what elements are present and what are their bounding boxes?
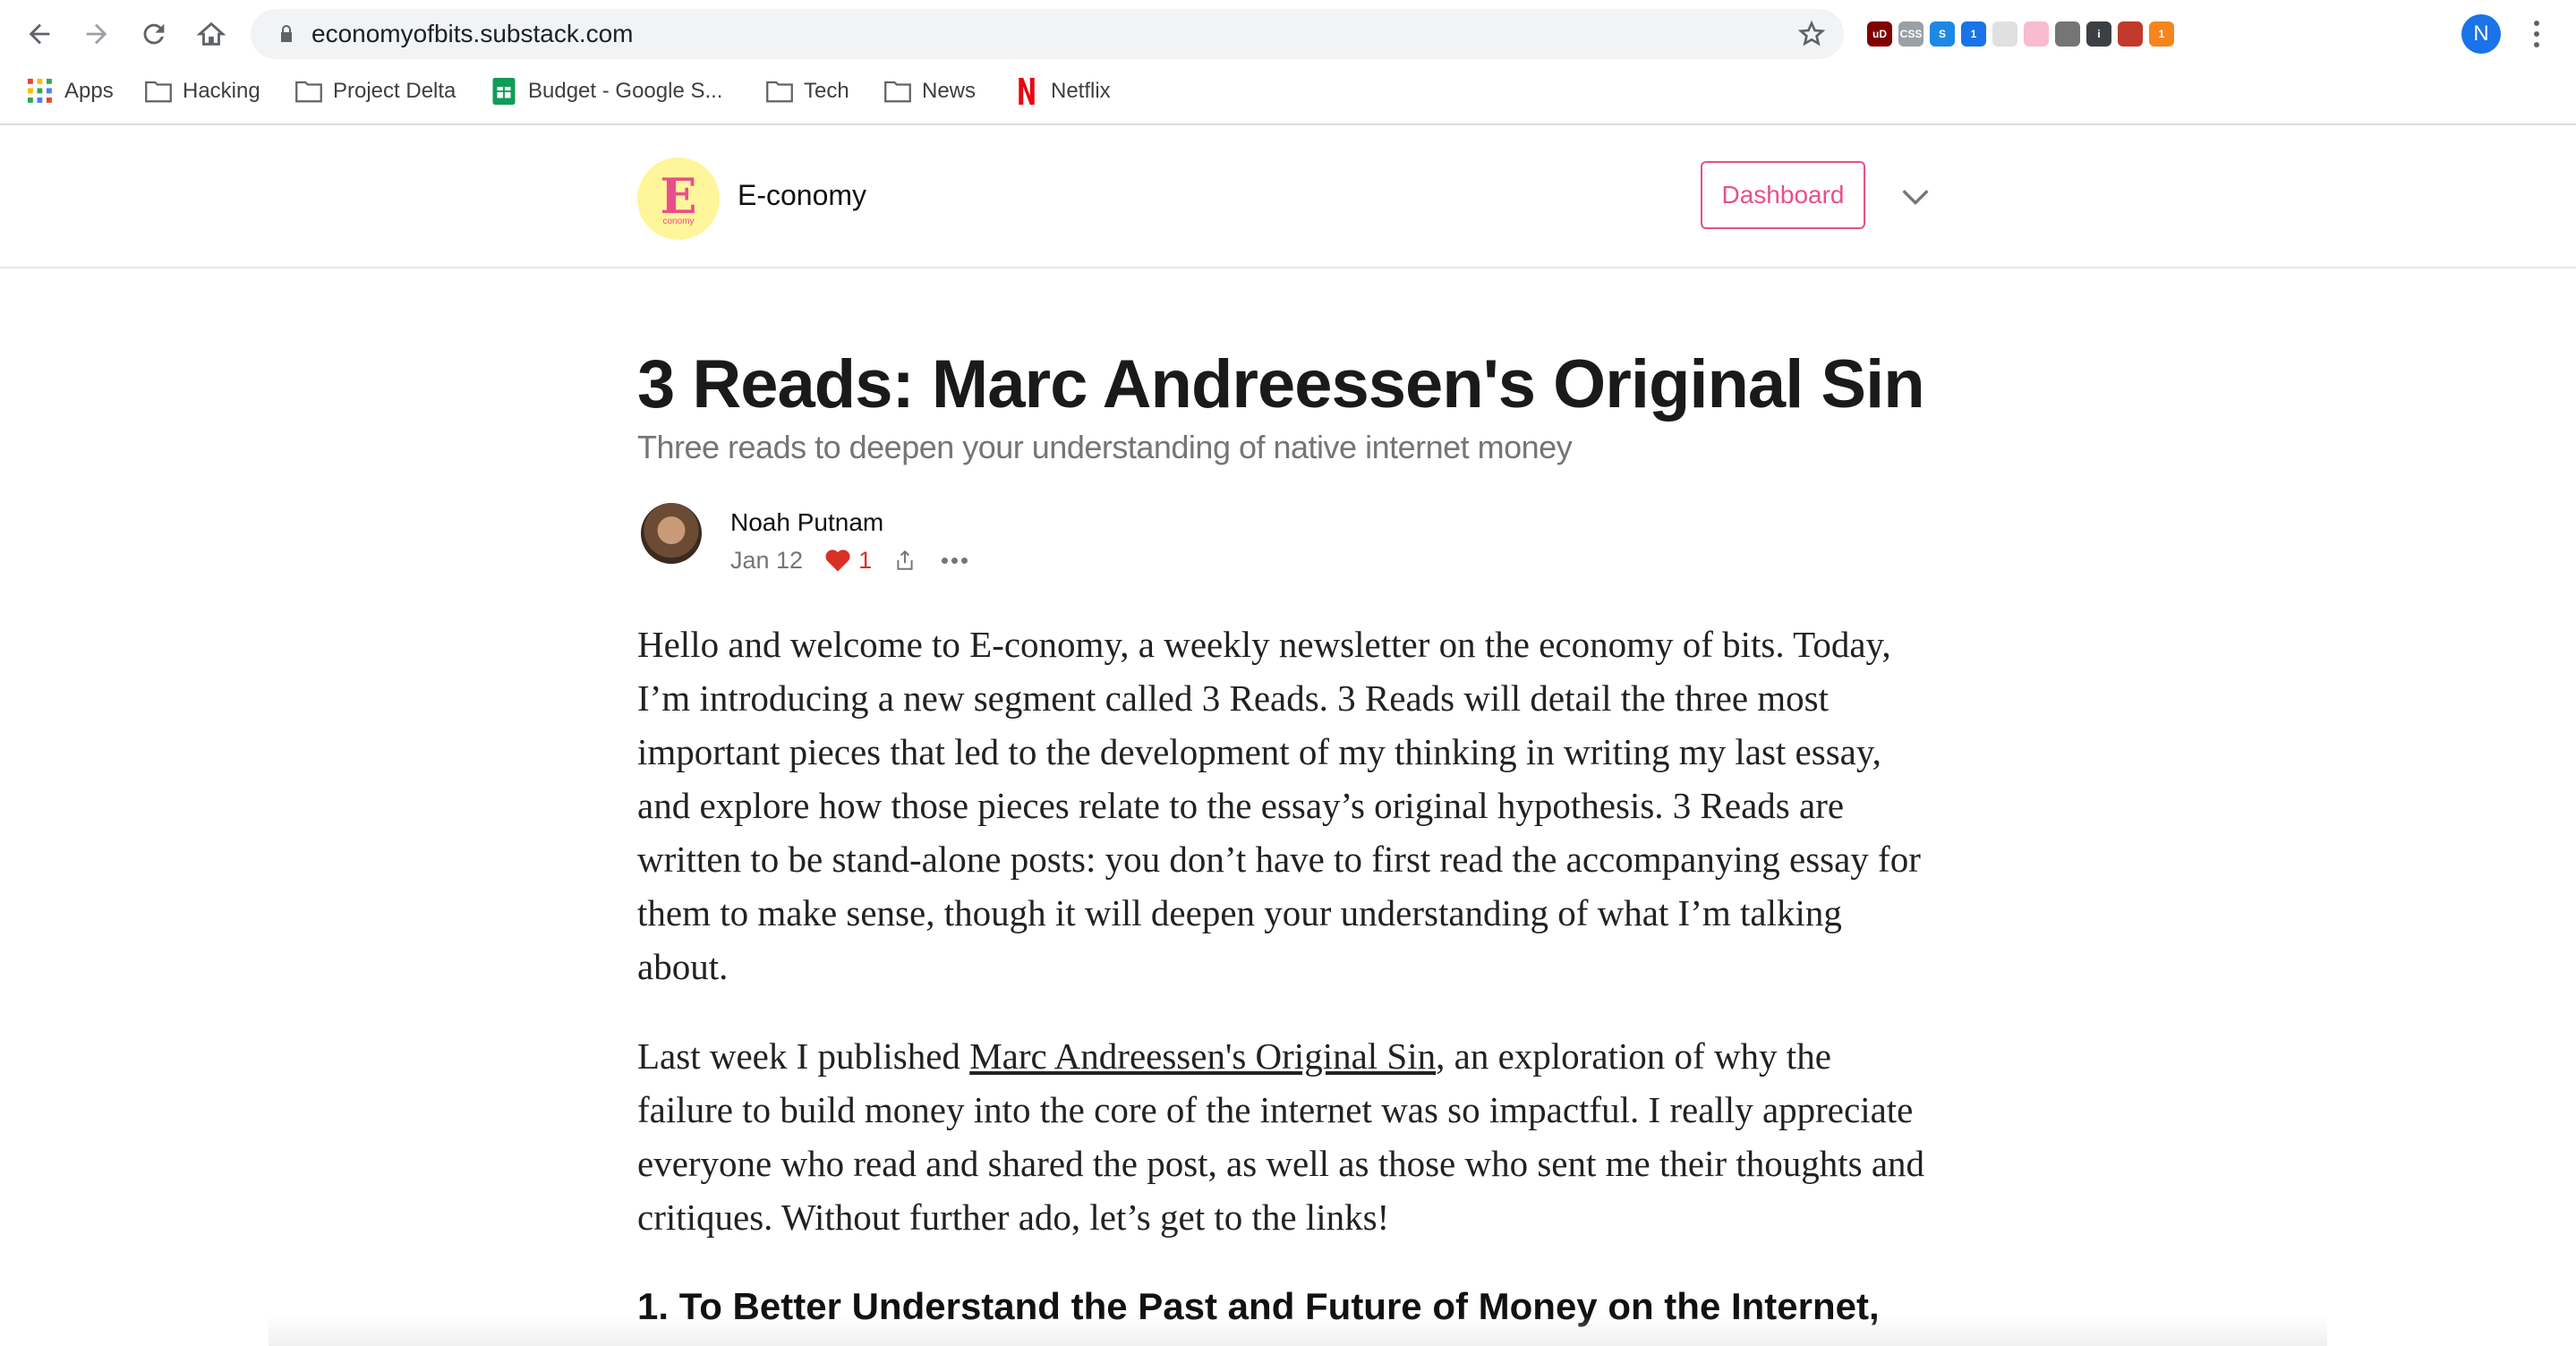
apps-grid-icon xyxy=(27,78,54,105)
bookmark-apps[interactable]: Apps xyxy=(27,72,114,111)
logo-subtext: conomy xyxy=(662,216,695,226)
bookmark-label: Apps xyxy=(64,79,114,103)
bookmark-project-delta[interactable]: Project Delta xyxy=(295,72,456,111)
metamask-icon[interactable]: 1 xyxy=(2149,21,2174,47)
author-name[interactable]: Noah Putnam xyxy=(730,508,883,537)
browser-chrome: economyofbits.substack.com uD CSS S 1 i 1 N A… xyxy=(0,0,2576,125)
book-icon[interactable] xyxy=(2118,21,2143,47)
browser-toolbar: economyofbits.substack.com uD CSS S 1 i 1 N xyxy=(0,0,2576,68)
browser-menu-button[interactable] xyxy=(2526,18,2547,50)
bookmark-news[interactable]: News xyxy=(884,72,976,111)
s-extension-icon[interactable]: S xyxy=(1930,21,1955,47)
url-text: economyofbits.substack.com xyxy=(311,20,634,47)
publication-name[interactable]: E-conomy xyxy=(738,179,866,212)
onepassword-icon[interactable]: 1 xyxy=(1961,21,1986,47)
article-subtitle: Three reads to deepen your understanding… xyxy=(637,429,1573,465)
bookmark-label: Project Delta xyxy=(333,79,456,103)
scroll-fade xyxy=(269,1316,2327,1346)
arrow-right-icon xyxy=(86,23,107,45)
dot xyxy=(961,557,968,564)
reload-button[interactable] xyxy=(136,16,172,52)
home-icon xyxy=(196,21,226,46)
dot xyxy=(2534,31,2539,37)
speedometer-icon[interactable] xyxy=(2055,21,2080,47)
original-sin-link[interactable]: Marc Andreessen's Original Sin xyxy=(969,1035,1436,1077)
folder-icon xyxy=(884,78,911,105)
dashboard-button[interactable]: Dashboard xyxy=(1701,161,1865,229)
back-button[interactable] xyxy=(21,16,57,52)
publication-logo[interactable]: E conomy xyxy=(637,158,720,240)
bookmark-netflix[interactable]: Netflix xyxy=(1013,72,1111,111)
dot xyxy=(2534,21,2539,26)
dot xyxy=(2534,42,2539,47)
google-sheets-icon xyxy=(490,78,517,105)
lock-icon xyxy=(281,25,292,42)
like-count: 1 xyxy=(858,546,873,574)
post-meta: Jan 12 1 xyxy=(730,544,968,576)
arrow-left-icon xyxy=(29,23,50,45)
article-body: Hello and welcome to E-conomy, a weekly … xyxy=(637,618,1926,1280)
dot xyxy=(951,557,959,564)
bookmark-label: Tech xyxy=(804,79,849,103)
address-bar[interactable]: economyofbits.substack.com xyxy=(251,9,1844,59)
home-button[interactable] xyxy=(193,16,229,52)
folder-icon xyxy=(295,78,322,105)
post-date: Jan 12 xyxy=(730,546,804,574)
bookmark-star-icon[interactable] xyxy=(1797,20,1826,48)
logo-letter: E xyxy=(660,166,697,225)
bookmark-label: News xyxy=(922,79,977,103)
css-viewer-icon[interactable]: CSS xyxy=(1898,21,1923,47)
folder-icon xyxy=(145,78,172,105)
bookmark-label: Netflix xyxy=(1051,79,1111,103)
article-title: 3 Reads: Marc Andreessen's Original Sin xyxy=(637,346,1925,422)
bookmark-label: Budget - Google S... xyxy=(528,79,723,103)
reload-icon xyxy=(143,23,165,45)
eyedropper-icon[interactable] xyxy=(2024,21,2049,47)
ublock-icon[interactable]: uD xyxy=(1867,21,1892,47)
profile-avatar[interactable]: N xyxy=(2461,14,2501,54)
paragraph-text: Last week I published xyxy=(637,1035,970,1077)
bookmark-hacking[interactable]: Hacking xyxy=(145,72,260,111)
bookmark-budget-google-s[interactable]: Budget - Google S... xyxy=(490,72,722,111)
bookmarks-bar: Apps Hacking Project Delta Budget - Google … xyxy=(0,72,2576,111)
more-options-button[interactable] xyxy=(942,557,968,564)
netflix-icon xyxy=(1013,78,1040,105)
paragraph-intro: Hello and welcome to E-conomy, a weekly … xyxy=(637,624,1921,987)
bookmark-label: Hacking xyxy=(183,79,260,103)
forward-button[interactable] xyxy=(79,16,115,52)
publication-header: E conomy E-conomy Dashboard xyxy=(0,125,2576,268)
paragraph-recap: Last week I published Marc Andreessen's … xyxy=(637,1029,1926,1244)
folder-icon xyxy=(766,78,793,105)
puzzle-extension-icon[interactable] xyxy=(1992,21,2017,47)
share-icon[interactable] xyxy=(893,548,917,573)
info-icon[interactable]: i xyxy=(2086,21,2111,47)
bookmark-tech[interactable]: Tech xyxy=(766,72,849,111)
dot xyxy=(942,557,949,564)
chevron-down-icon[interactable] xyxy=(1898,179,1933,215)
author-avatar[interactable] xyxy=(641,503,702,564)
heart-icon[interactable] xyxy=(824,548,851,573)
